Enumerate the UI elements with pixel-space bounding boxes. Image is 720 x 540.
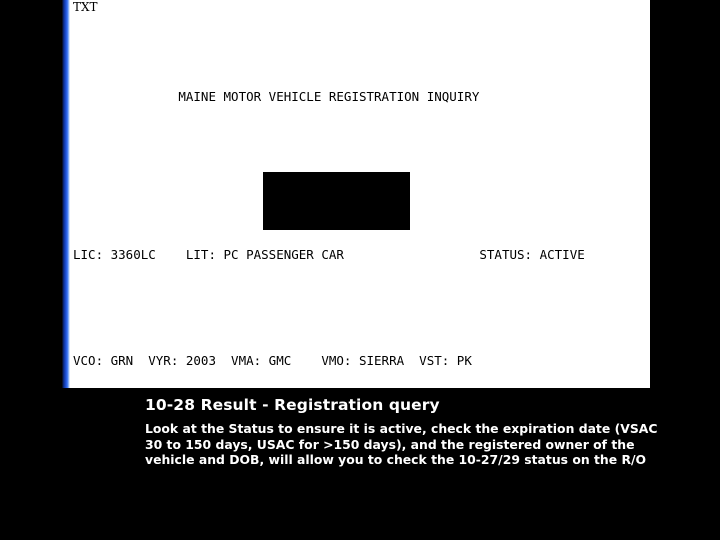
terminal-line-0 — [73, 35, 650, 53]
terminal-line-2 — [73, 141, 650, 159]
terminal-line-5 — [73, 299, 650, 317]
terminal-line-lic-status: LIC: 3360LC LIT: PC PASSENGER CAR STATUS… — [73, 247, 585, 263]
caption: 10-28 Result - Registration query Look a… — [145, 396, 658, 468]
dmv-terminal-screenshot: MAINE MOTOR VEHICLE REGISTRATION INQUIRY… — [60, 0, 650, 388]
txt-window-tag: TXT — [73, 0, 98, 14]
caption-body-line-2: 30 to 150 days, USAC for >150 days), and… — [145, 436, 635, 452]
caption-body-line-1: Look at the Status to ensure it is activ… — [145, 421, 658, 436]
terminal-scrollbar[interactable] — [60, 0, 70, 388]
caption-body: Look at the Status to ensure it is activ… — [145, 421, 658, 468]
terminal-title: MAINE MOTOR VEHICLE REGISTRATION INQUIRY — [73, 88, 480, 104]
caption-body-line-3: vehicle and DOB, will allow you to check… — [145, 452, 647, 468]
caption-title: 10-28 Result - Registration query — [145, 396, 440, 414]
terminal-line-vehicle: VCO: GRN VYR: 2003 VMA: GMC VMO: SIERRA … — [73, 352, 472, 368]
owner-redaction-box — [263, 172, 410, 230]
slide-canvas: MAINE MOTOR VEHICLE REGISTRATION INQUIRY… — [0, 0, 720, 540]
